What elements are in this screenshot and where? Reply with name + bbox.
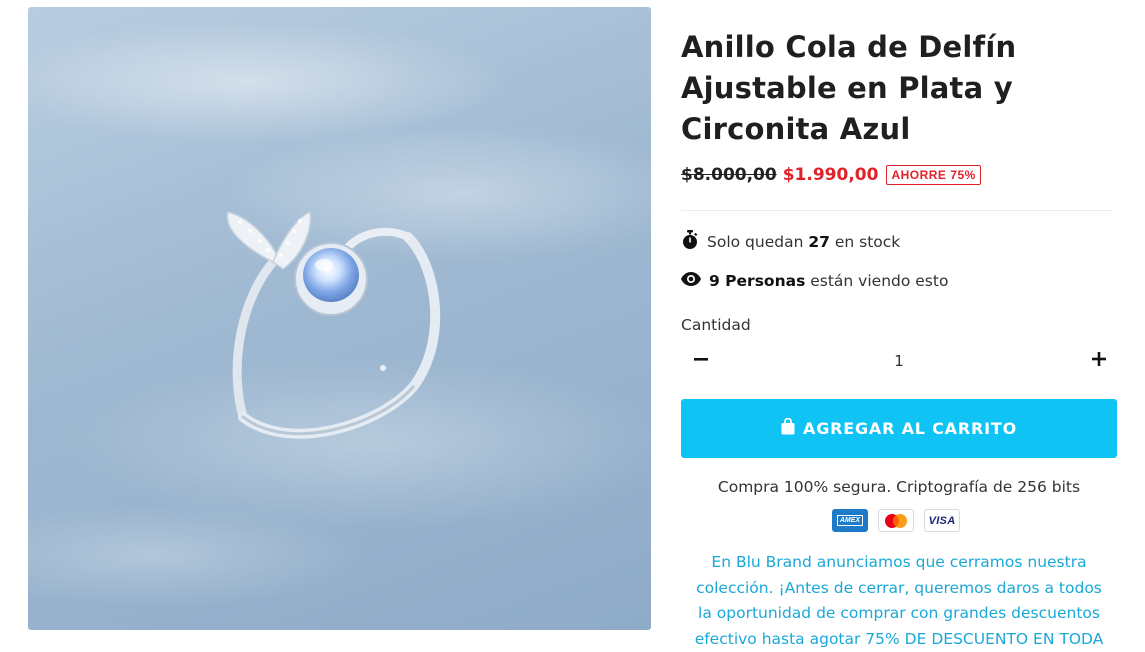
announcement-line: efectivo hasta agotar 75% DE DESCUENTO E…	[681, 627, 1117, 652]
quantity-input[interactable]	[721, 343, 1077, 379]
eye-icon	[681, 272, 701, 290]
plus-icon	[1091, 351, 1107, 372]
quantity-label: Cantidad	[681, 316, 751, 334]
product-title-line: Ajustable en Plata y	[681, 68, 1117, 109]
add-to-cart-button[interactable]: AGREGAR AL CARRITO	[681, 399, 1117, 458]
price-row: $8.000,00 $1.990,00 AHORRE 75%	[681, 165, 981, 185]
viewers-text: 9 Personas están viendo esto	[709, 272, 948, 290]
stock-prefix: Solo quedan	[707, 233, 803, 251]
ring-illustration	[28, 7, 651, 630]
stopwatch-icon	[681, 230, 699, 254]
compare-at-price: $8.000,00	[681, 165, 777, 185]
viewers-count: 9 Personas	[709, 272, 805, 290]
quantity-increase-button[interactable]	[1081, 343, 1117, 379]
announcement-line: colección. ¡Antes de cerrar, queremos da…	[681, 576, 1117, 602]
stock-suffix: en stock	[835, 233, 900, 251]
amex-icon: AMEX	[832, 509, 868, 532]
shopping-bag-icon	[781, 418, 795, 439]
viewers-indicator: 9 Personas están viendo esto	[681, 272, 948, 290]
stock-text: Solo quedan 27 en stock	[707, 233, 900, 251]
stock-count: 27	[808, 233, 830, 251]
product-image[interactable]	[28, 7, 651, 630]
sale-price: $1.990,00	[783, 165, 879, 185]
visa-icon: VISA	[924, 509, 960, 532]
viewers-suffix: están viendo esto	[810, 272, 948, 290]
product-title-line: Circonita Azul	[681, 109, 1117, 150]
secure-checkout-text: Compra 100% segura. Criptografía de 256 …	[681, 478, 1117, 496]
stock-indicator: Solo quedan 27 en stock	[681, 230, 900, 254]
quantity-stepper	[681, 343, 1117, 379]
announcement-line: En Blu Brand anunciamos que cerramos nue…	[681, 550, 1117, 576]
quantity-decrease-button[interactable]	[683, 343, 719, 379]
minus-icon	[693, 351, 709, 372]
payment-methods: AMEX VISA	[832, 509, 960, 532]
product-title: Anillo Cola de Delfín Ajustable en Plata…	[681, 27, 1117, 150]
add-to-cart-label: AGREGAR AL CARRITO	[803, 419, 1017, 438]
mastercard-icon	[878, 509, 914, 532]
announcement-line: la oportunidad de comprar con grandes de…	[681, 601, 1117, 627]
product-title-line: Anillo Cola de Delfín	[681, 27, 1117, 68]
discount-badge: AHORRE 75%	[886, 165, 980, 185]
announcement-text: En Blu Brand anunciamos que cerramos nue…	[681, 550, 1117, 652]
divider	[681, 210, 1113, 211]
